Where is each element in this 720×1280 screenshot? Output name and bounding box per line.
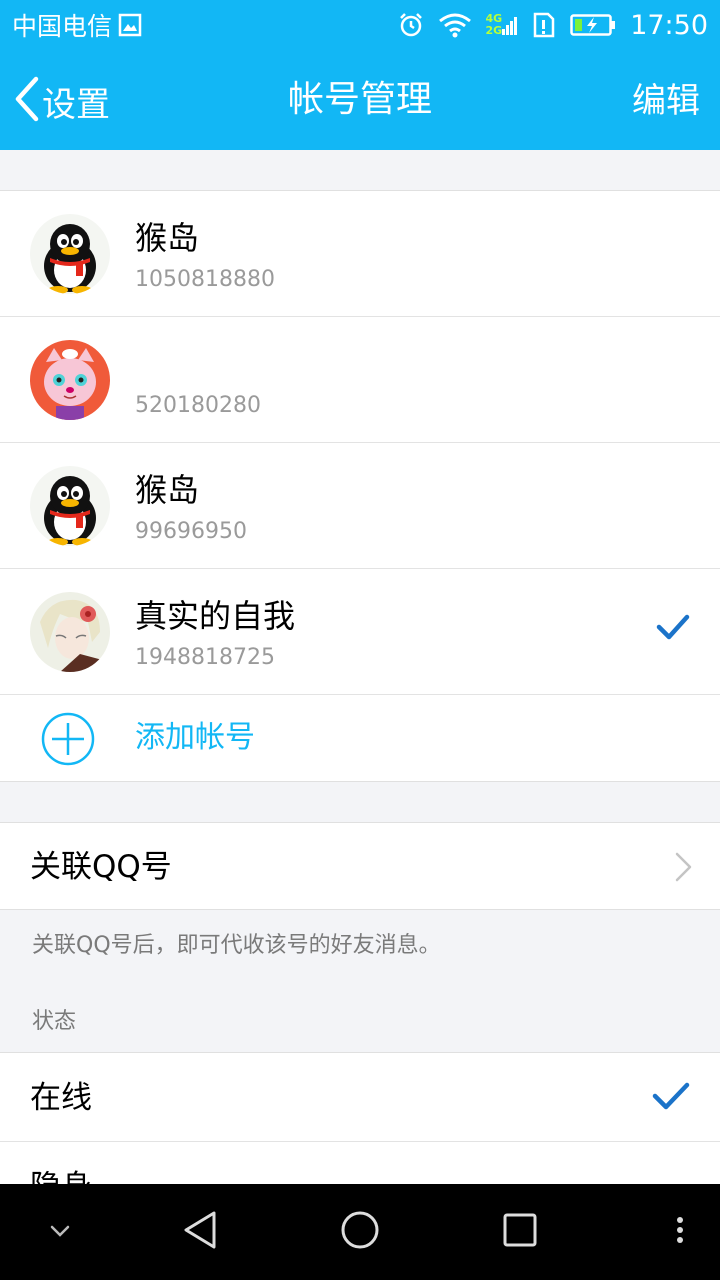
- plus-circle-icon: [41, 712, 95, 770]
- square-recents-icon: [502, 1212, 538, 1252]
- status-option-label: 在线: [30, 1080, 92, 1116]
- back-nav-button[interactable]: [160, 1184, 240, 1280]
- account-name: 猴岛: [135, 219, 200, 257]
- account-list: 猴岛 1050818880 520180280 猴岛 99696950 真实的自…: [0, 190, 720, 782]
- add-account-button[interactable]: 添加帐号: [0, 695, 720, 781]
- penguin-avatar: [30, 214, 110, 294]
- wifi-icon: [438, 12, 472, 38]
- circle-home-icon: [340, 1210, 380, 1254]
- more-vertical-icon: [676, 1216, 684, 1248]
- chevron-down-icon: [49, 1223, 71, 1242]
- account-row[interactable]: 猴岛 1050818880: [0, 191, 720, 317]
- account-name: 真实的自我: [135, 597, 296, 635]
- link-qq-row[interactable]: 关联QQ号: [0, 822, 720, 910]
- account-number: 1948818725: [135, 645, 275, 670]
- account-row[interactable]: 520180280: [0, 317, 720, 443]
- alarm-icon: [398, 12, 424, 38]
- account-name: 猴岛: [135, 471, 200, 509]
- status-option-label: 隐身: [30, 1142, 92, 1184]
- back-label: 设置: [42, 84, 110, 125]
- account-number: 1050818880: [135, 267, 275, 292]
- selected-check-icon: [652, 1081, 690, 1115]
- clock: 17:50: [630, 9, 708, 41]
- account-row[interactable]: 猴岛 99696950: [0, 443, 720, 569]
- menu-nav-button[interactable]: [650, 1184, 710, 1280]
- account-number: 99696950: [135, 519, 247, 544]
- sim-alert-icon: [532, 12, 556, 38]
- status-section-title: 状态: [32, 1009, 77, 1034]
- triangle-back-icon: [182, 1210, 218, 1254]
- image-notification-icon: [118, 13, 142, 37]
- carrier-label: 中国电信: [12, 12, 113, 41]
- account-row[interactable]: 真实的自我 1948818725: [0, 569, 720, 695]
- cat-avatar: [30, 340, 110, 420]
- selected-check-icon: [656, 613, 690, 645]
- penguin-avatar: [30, 466, 110, 546]
- status-option-invisible[interactable]: 隐身: [0, 1142, 720, 1184]
- account-number: 520180280: [135, 393, 261, 418]
- battery-charging-icon: [570, 13, 616, 37]
- link-qq-label: 关联QQ号: [30, 849, 172, 885]
- edit-button[interactable]: 编辑: [632, 76, 700, 126]
- back-chevron-icon: [14, 76, 40, 126]
- chevron-right-icon: [674, 852, 692, 886]
- anime-avatar: [30, 592, 110, 672]
- status-option-online[interactable]: 在线: [0, 1052, 720, 1142]
- system-nav-bar: [0, 1184, 720, 1280]
- status-bar: 中国电信 4G 2G 17:50: [0, 0, 720, 50]
- recents-nav-button[interactable]: [480, 1184, 560, 1280]
- home-nav-button[interactable]: [320, 1184, 400, 1280]
- link-qq-description: 关联QQ号后，即可代收该号的好友消息。: [32, 933, 441, 958]
- back-button[interactable]: 设置: [14, 76, 110, 126]
- network-type-icon: 4G 2G: [486, 13, 519, 37]
- nav-bar: 设置 帐号管理 编辑: [0, 50, 720, 150]
- add-account-label: 添加帐号: [135, 720, 255, 755]
- hide-nav-button[interactable]: [20, 1184, 100, 1280]
- content: 猴岛 1050818880 520180280 猴岛 99696950 真实的自…: [0, 150, 720, 1184]
